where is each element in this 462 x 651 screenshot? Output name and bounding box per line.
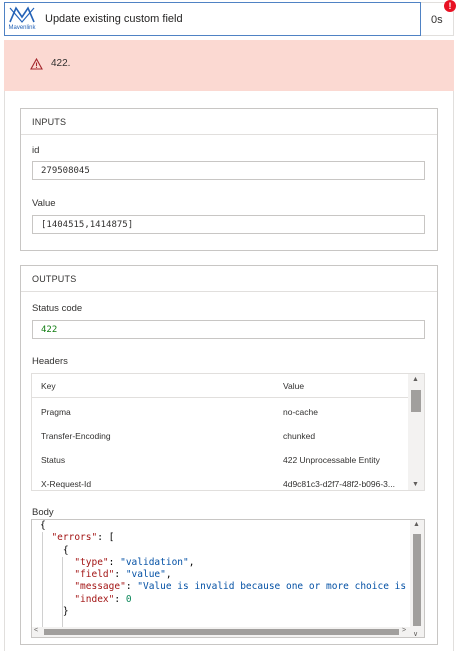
inputs-section: INPUTS id 279508045 Value [1404515,14148… — [20, 108, 438, 251]
input-id-value[interactable]: 279508045 — [32, 161, 425, 180]
header-value: 4d9c81c3-d2f7-48f2-b096-3... — [283, 479, 395, 489]
body-vertical-scrollbar[interactable]: ▲ ∨ — [410, 520, 424, 637]
scroll-up-icon[interactable]: ▲ — [413, 521, 420, 528]
table-row: X-Request-Id 4d9c81c3-d2f7-48f2-b096-3..… — [32, 472, 408, 490]
chevron-down-icon[interactable]: ∨ — [413, 630, 418, 637]
body-label: Body — [32, 507, 54, 518]
mavenlink-logo: Mavenlink — [5, 3, 39, 36]
column-value-header: Value — [283, 381, 305, 391]
outputs-section-title: OUTPUTS — [21, 266, 437, 292]
input-id-label: id — [32, 145, 40, 156]
action-title: Update existing custom field — [45, 13, 183, 25]
scroll-up-icon[interactable]: ▲ — [412, 376, 419, 383]
scroll-down-icon[interactable]: ▼ — [412, 481, 419, 488]
scroll-right-icon[interactable]: > — [402, 627, 406, 634]
action-header[interactable]: Mavenlink Update existing custom field — [4, 2, 421, 36]
scroll-left-icon[interactable]: < — [34, 627, 38, 634]
error-badge-icon: ! — [444, 0, 456, 12]
header-key: Transfer-Encoding — [41, 431, 111, 441]
header-value: no-cache — [283, 407, 318, 417]
error-banner: 422. — [4, 40, 454, 91]
headers-table[interactable]: Key Value Pragma no-cache Transfer-Encod… — [31, 373, 425, 491]
status-code-value[interactable]: 422 — [32, 320, 425, 339]
code-line: "errors": [ — [51, 532, 115, 544]
code-line: { — [40, 544, 69, 556]
code-line: "index": 0 — [74, 593, 132, 605]
headers-scrollbar[interactable]: ▲ ▼ — [408, 374, 424, 490]
headers-label: Headers — [32, 356, 68, 367]
headers-table-header: Key Value — [32, 374, 408, 398]
table-row: Pragma no-cache — [32, 400, 408, 424]
error-message: 422. — [51, 58, 71, 69]
body-code-viewer[interactable]: { "errors": [ { "type": "validation", "f… — [31, 519, 425, 638]
code-line: { — [40, 520, 46, 531]
body-json: { "errors": [ { "type": "validation", "f… — [40, 520, 406, 618]
header-value: 422 Unprocessable Entity — [283, 455, 380, 465]
header-key: X-Request-Id — [41, 479, 92, 489]
code-line: "type": "validation", — [74, 556, 195, 568]
code-line: "message": "Value is invalid because one… — [74, 581, 407, 593]
action-duration: 0s — [431, 14, 443, 26]
column-key-header: Key — [41, 381, 56, 391]
header-key: Pragma — [41, 407, 71, 417]
inputs-section-title: INPUTS — [21, 109, 437, 135]
scrollbar-thumb[interactable] — [413, 534, 421, 626]
table-row: Transfer-Encoding chunked — [32, 424, 408, 448]
status-code-label: Status code — [32, 303, 83, 314]
input-value-label: Value — [32, 198, 56, 209]
header-key: Status — [41, 455, 66, 465]
warning-icon — [30, 58, 43, 70]
scrollbar-thumb[interactable] — [411, 390, 421, 412]
code-line: } — [40, 606, 69, 618]
logo-text: Mavenlink — [8, 25, 36, 31]
header-value: chunked — [283, 431, 316, 441]
table-row: Status 422 Unprocessable Entity — [32, 448, 408, 472]
scrollbar-thumb[interactable] — [44, 629, 399, 635]
code-line: "field": "value", — [74, 569, 172, 581]
input-value-value[interactable]: [1404515,1414875] — [32, 215, 425, 234]
body-horizontal-scrollbar[interactable]: < > — [32, 627, 412, 637]
